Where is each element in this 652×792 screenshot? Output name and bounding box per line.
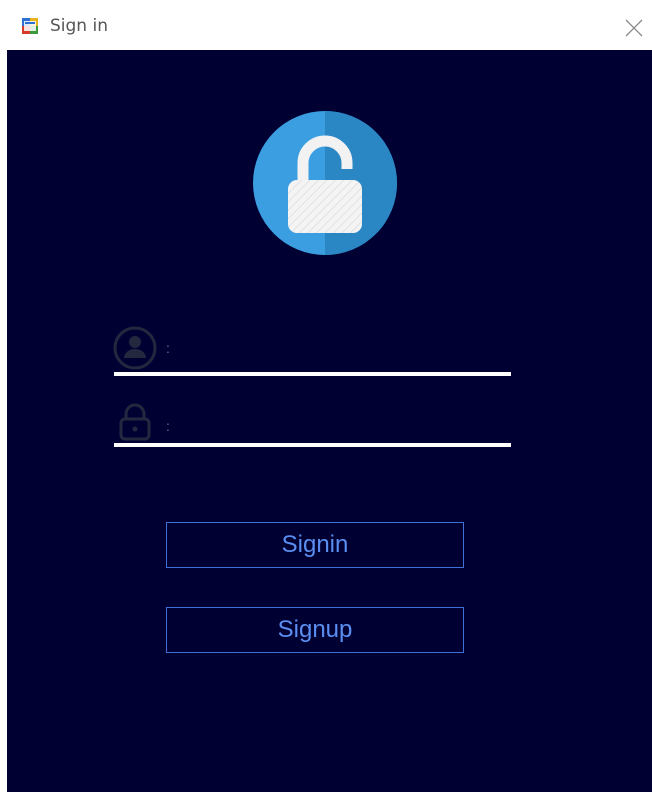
username-input[interactable] [179, 338, 513, 368]
login-panel: : : Signin Signup [7, 50, 652, 792]
unlocked-padlock-icon [251, 111, 401, 255]
password-underline [114, 443, 511, 447]
window-title: Sign in [50, 16, 108, 36]
lock-icon [115, 402, 161, 448]
password-separator: : [166, 418, 170, 434]
password-input[interactable] [179, 412, 513, 442]
signin-window: Sign in:: Signin Signup [0, 0, 652, 792]
signup-button[interactable]: Signup [166, 607, 464, 653]
close-button[interactable] [620, 14, 648, 42]
user-icon [113, 326, 159, 372]
app-window-icon [21, 17, 39, 35]
close-icon [625, 19, 643, 37]
username-separator: : [166, 340, 170, 356]
username-underline [114, 372, 511, 376]
signin-button[interactable]: Signin [166, 522, 464, 568]
title-bar[interactable]: Sign in [0, 0, 652, 50]
